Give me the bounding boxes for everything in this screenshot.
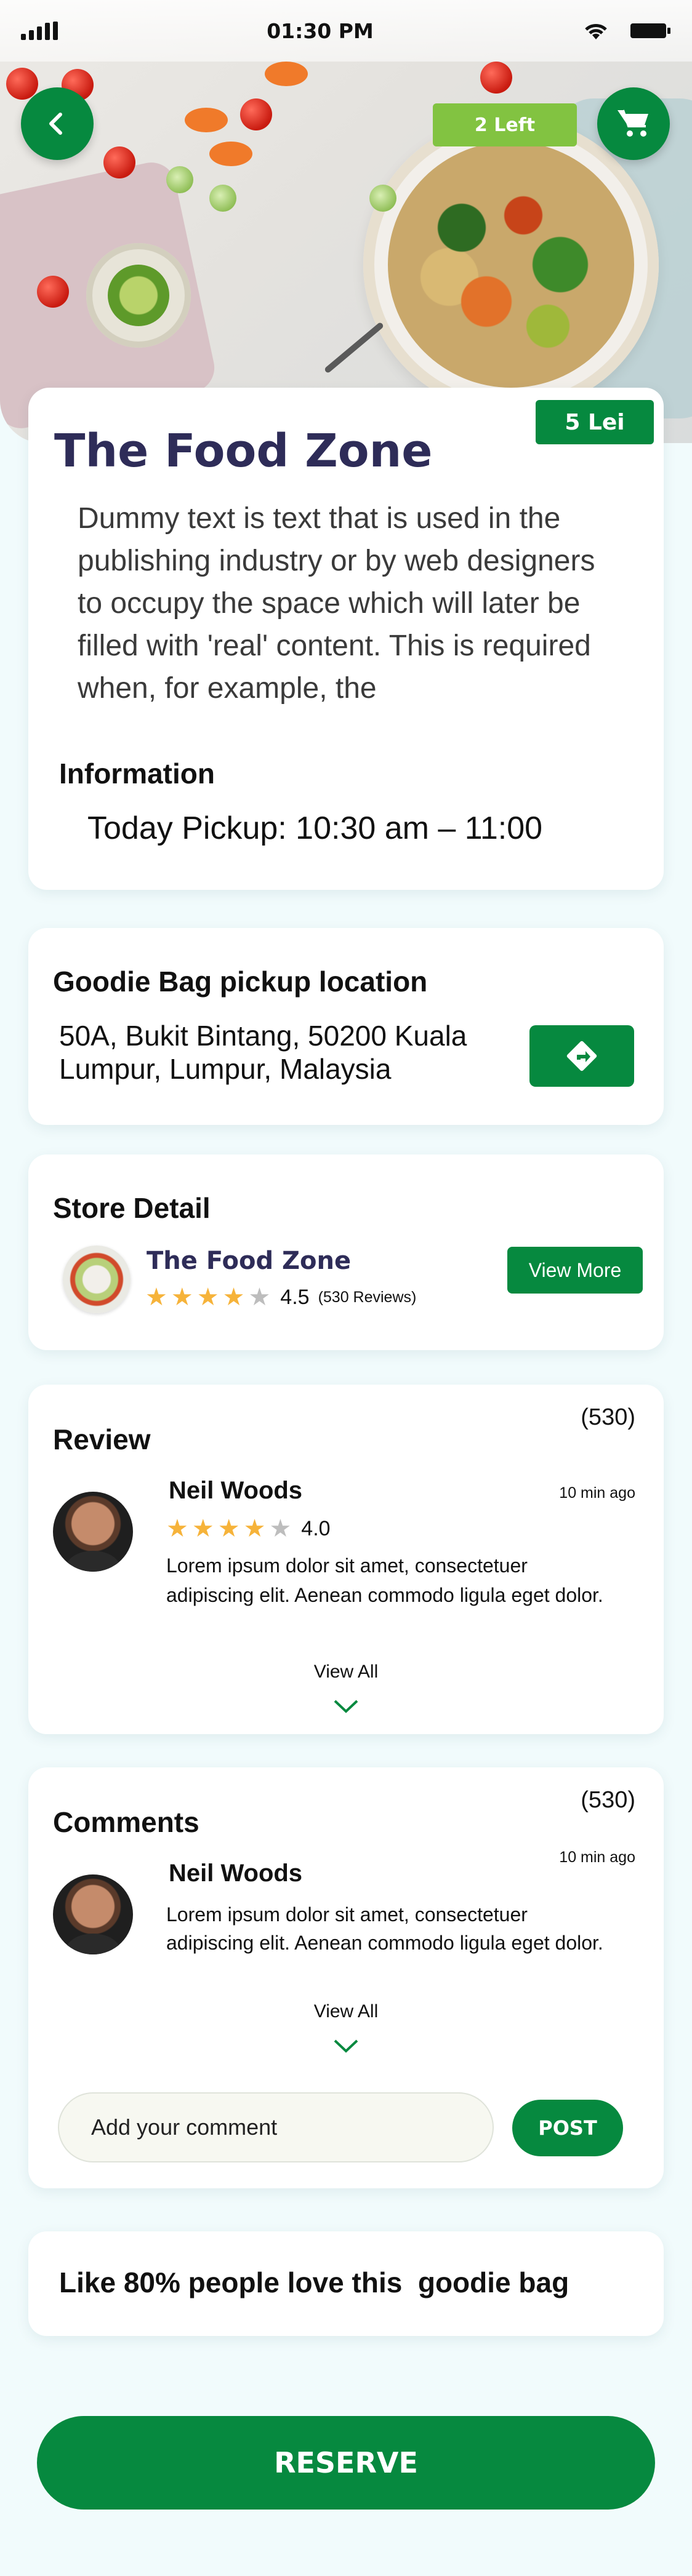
star-icon: ★ [191,1515,214,1542]
location-heading: Goodie Bag pickup location [53,966,428,998]
pickup-address: 50A, Bukit Bintang, 50200 Kuala Lumpur, … [59,1020,467,1085]
battery-icon [630,22,671,40]
store-description: Dummy text is text that is used in the p… [78,502,595,705]
back-arrow-icon [49,113,62,135]
star-icon: ★ [248,1284,271,1311]
back-button[interactable] [21,87,94,160]
store-detail-card: Store Detail The Food Zone ★ ★ ★ ★ ★ 4.5… [28,1154,664,1350]
review-count: (530 Reviews) [318,1288,417,1306]
review-total-count: (530) [581,1404,635,1430]
post-button[interactable]: POST [512,2100,623,2156]
carrot-decoration [209,142,252,166]
directions-icon [566,1041,597,1071]
review-time: 10 min ago [559,1484,635,1502]
chevron-down-icon[interactable] [332,1698,360,1714]
view-all-reviews-link[interactable]: View All [28,1662,664,1682]
signal-icon [21,22,58,40]
directions-button[interactable] [529,1025,634,1087]
star-icon: ★ [145,1284,167,1311]
review-card: (530) Review Neil Woods 10 min ago ★ ★ ★… [28,1385,664,1734]
reviewer-name: Neil Woods [169,1477,303,1504]
store-name: The Food Zone [147,1247,352,1275]
tomato-decoration [37,276,69,308]
carrot-decoration [185,108,228,132]
status-bar: 01:30 PM [0,0,692,62]
comment-input[interactable]: Add your comment [58,2092,494,2162]
star-icon: ★ [166,1515,188,1542]
star-icon: ★ [243,1515,266,1542]
reserve-button[interactable]: RESERVE [37,2416,655,2510]
tomato-decoration [103,146,135,178]
star-icon: ★ [269,1515,292,1542]
sprout-decoration [166,166,193,193]
fork-decoration [323,321,385,374]
like-card: Like 80% people love this goodie bag [28,2231,664,2336]
star-icon: ★ [217,1515,240,1542]
view-all-comments-link[interactable]: View All [28,2001,664,2022]
information-heading: Information [59,758,215,790]
salad-food [388,142,634,388]
view-more-button[interactable]: View More [507,1247,643,1294]
tomato-decoration [240,98,272,130]
store-thumbnail [63,1246,131,1313]
comment-total-count: (530) [581,1787,635,1813]
comments-heading: Comments [53,1806,199,1838]
status-time: 01:30 PM [267,18,374,43]
items-left-badge: 2 Left [433,103,577,146]
store-info-card: 5 Lei The Food Zone Dummy text is text t… [28,388,664,890]
rating-value: 4.5 [280,1285,310,1309]
chevron-down-icon[interactable] [332,2038,360,2054]
store-detail-heading: Store Detail [53,1192,211,1224]
tomato-decoration [480,62,512,94]
comments-card: (530) Comments Neil Woods 10 min ago Lor… [28,1767,664,2188]
review-heading: Review [53,1423,151,1455]
store-rating: ★ ★ ★ ★ ★ 4.5 (530 Reviews) [145,1285,416,1310]
pickup-time: Today Pickup: 10:30 am – 11:00 [87,810,543,846]
star-icon: ★ [196,1284,219,1311]
sprout-decoration [209,185,236,212]
review-text: Lorem ipsum dolor sit amet, consectetuer… [166,1554,603,1606]
price-badge: 5 Lei [536,400,654,444]
star-icon: ★ [222,1284,245,1311]
tomato-decoration [6,68,38,100]
sprout-decoration [369,185,396,212]
avatar [53,1874,133,1954]
avatar [53,1492,133,1572]
page-title: The Food Zone [54,425,433,478]
star-icon: ★ [171,1284,193,1311]
comment-text: Lorem ipsum dolor sit amet, consectetuer… [166,1903,603,1954]
lime-bowl [86,243,191,348]
hero-image [0,0,692,443]
carrot-decoration [265,62,308,86]
cart-button[interactable] [597,87,670,160]
pickup-location-card: Goodie Bag pickup location 50A, Bukit Bi… [28,928,664,1125]
review-rating-value: 4.0 [301,1516,331,1540]
comment-time: 10 min ago [559,1849,635,1866]
like-percentage-text: Like 80% people love this goodie bag [59,2266,569,2298]
review-rating: ★ ★ ★ ★ ★ 4.0 [166,1516,331,1541]
cart-icon [618,110,648,137]
commenter-name: Neil Woods [169,1860,303,1887]
wifi-icon [582,20,610,41]
